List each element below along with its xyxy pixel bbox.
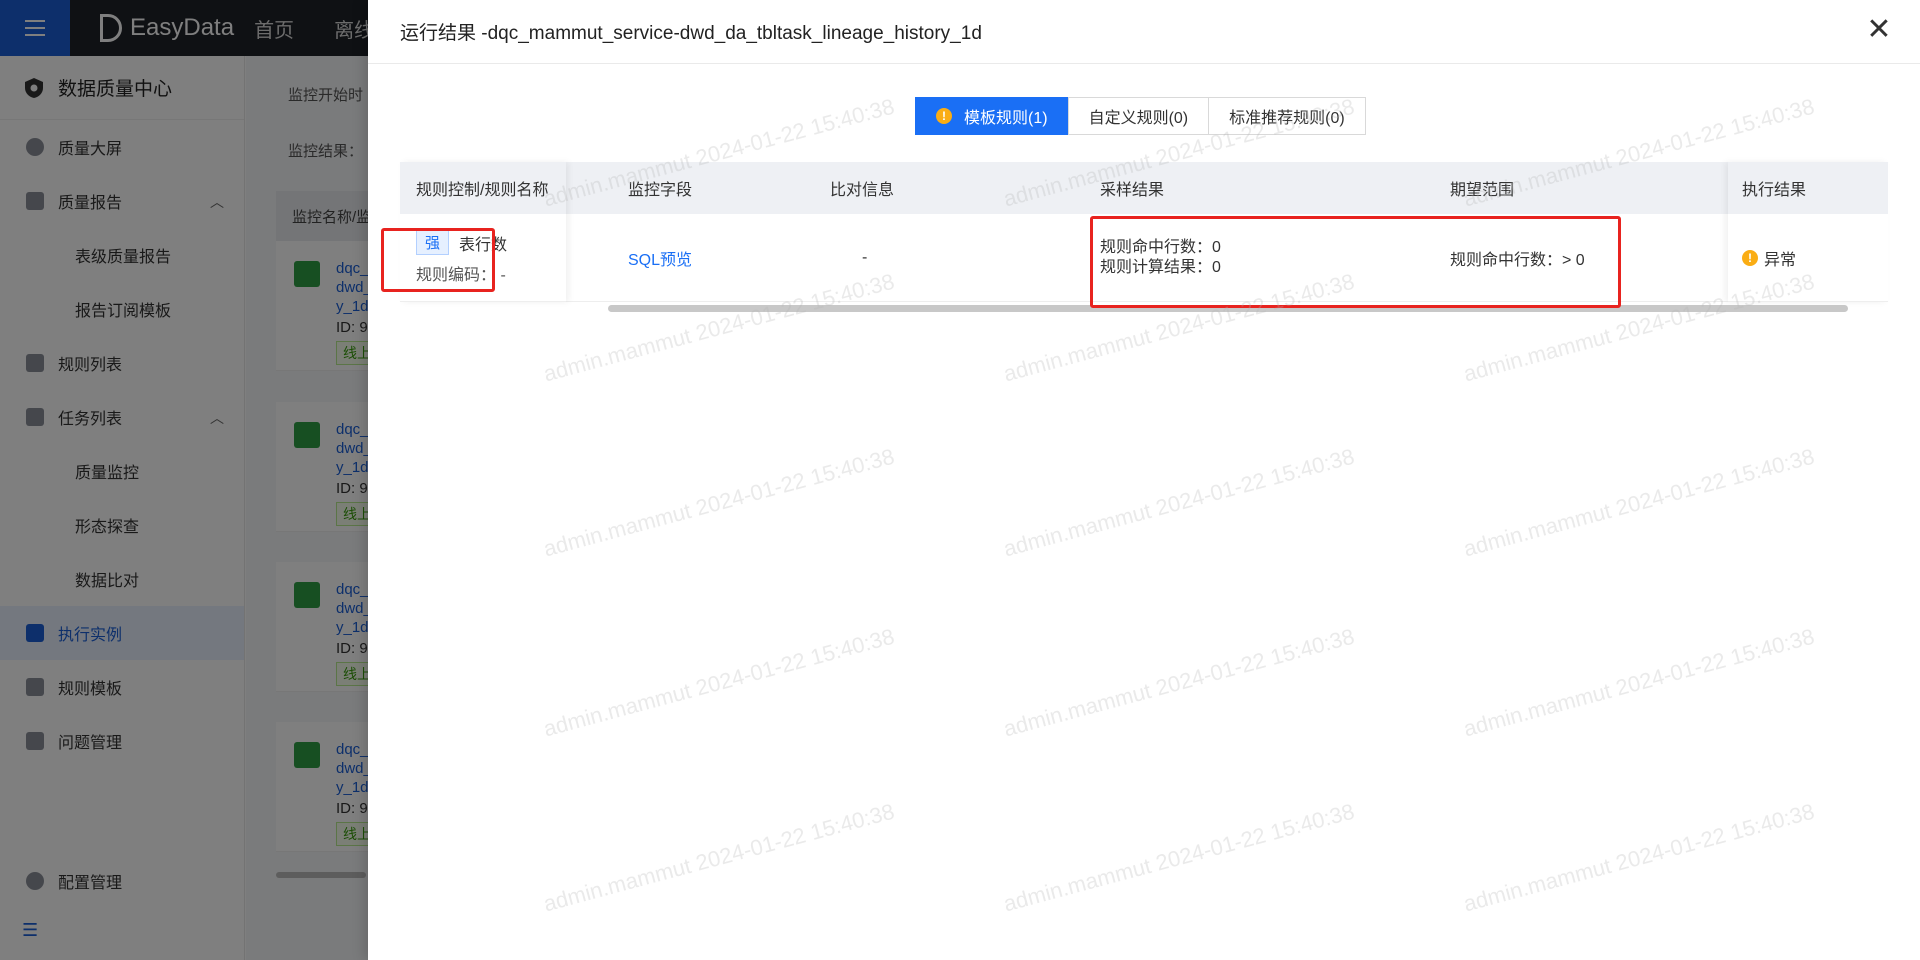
sample-result-cell: 规则命中行数：0 规则计算结果：0 bbox=[1100, 214, 1221, 301]
watermark-text: admin.mammut 2024-01-22 15:40:38 bbox=[1460, 443, 1817, 562]
compare-info: - bbox=[862, 248, 868, 266]
rule-name-cell: 强 表行数 规则编码： - bbox=[416, 214, 507, 301]
watermark-text: admin.mammut 2024-01-22 15:40:38 bbox=[540, 798, 897, 917]
rule-name: 表行数 bbox=[459, 236, 508, 254]
column-header: 规则控制/规则名称 bbox=[416, 182, 549, 199]
tab-custom-rules[interactable]: 自定义规则(0) bbox=[1067, 97, 1210, 135]
sample-hit-rows: 规则命中行数：0 bbox=[1100, 238, 1221, 256]
watermark-text: admin.mammut 2024-01-22 15:40:38 bbox=[1460, 798, 1817, 917]
drawer-header: 运行结果 -dqc_mammut_service-dwd_da_tbltask_… bbox=[368, 0, 1920, 64]
table-horizontal-scrollbar[interactable] bbox=[608, 305, 1848, 312]
rule-result-table: 规则控制/规则名称 监控字段 比对信息 采样结果 期望范围 执行结果 强 表行数… bbox=[400, 162, 1888, 312]
column-header: 比对信息 bbox=[830, 182, 895, 199]
watermark-text: admin.mammut 2024-01-22 15:40:38 bbox=[540, 443, 897, 562]
rule-tabs: ! 模板规则(1) 自定义规则(0) 标准推荐规则(0) bbox=[915, 97, 1366, 135]
tab-template-rules[interactable]: ! 模板规则(1) bbox=[915, 97, 1069, 135]
strength-badge: 强 bbox=[416, 230, 450, 255]
execution-result-text: 异常 bbox=[1764, 251, 1797, 269]
rule-code: 规则编码： - bbox=[416, 267, 506, 284]
watermark-text: admin.mammut 2024-01-22 15:40:38 bbox=[1460, 623, 1817, 742]
run-result-drawer: 运行结果 -dqc_mammut_service-dwd_da_tbltask_… bbox=[368, 0, 1920, 960]
sql-preview-link[interactable]: SQL预览 bbox=[628, 214, 692, 301]
tab-standard-rules[interactable]: 标准推荐规则(0) bbox=[1208, 97, 1366, 135]
execution-result: ! 异常 bbox=[1742, 214, 1796, 301]
column-header: 执行结果 bbox=[1742, 182, 1807, 199]
column-header: 监控字段 bbox=[628, 182, 693, 199]
warning-icon: ! bbox=[1742, 249, 1758, 266]
warning-icon: ! bbox=[936, 108, 952, 124]
rule-name-line: 强 表行数 bbox=[416, 230, 507, 255]
drawer-title: 运行结果 -dqc_mammut_service-dwd_da_tbltask_… bbox=[400, 23, 982, 44]
watermark-text: admin.mammut 2024-01-22 15:40:38 bbox=[1000, 798, 1357, 917]
table-row: 强 表行数 规则编码： - SQL预览 - 规则命中行数：0 规则计算结果：0 … bbox=[400, 214, 1888, 302]
watermark-text: admin.mammut 2024-01-22 15:40:38 bbox=[1000, 623, 1357, 742]
sample-calc-result: 规则计算结果：0 bbox=[1100, 258, 1221, 276]
table-header: 规则控制/规则名称 监控字段 比对信息 采样结果 期望范围 执行结果 bbox=[400, 162, 1888, 214]
column-header: 采样结果 bbox=[1100, 182, 1165, 199]
watermark-text: admin.mammut 2024-01-22 15:40:38 bbox=[540, 623, 897, 742]
watermark-text: admin.mammut 2024-01-22 15:40:38 bbox=[1000, 443, 1357, 562]
column-header: 期望范围 bbox=[1450, 182, 1515, 199]
close-icon[interactable]: ✕ bbox=[1864, 15, 1894, 46]
expected-range: 规则命中行数：> 0 bbox=[1450, 251, 1585, 269]
